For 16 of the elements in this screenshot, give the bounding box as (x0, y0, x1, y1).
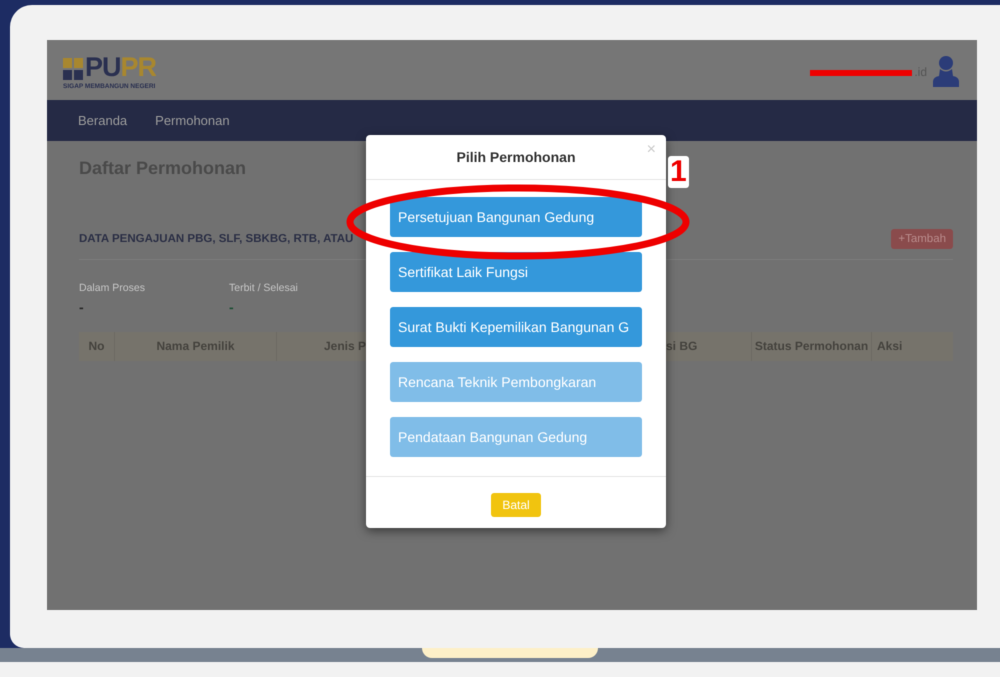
stat-value: - (79, 299, 84, 315)
option-button[interactable]: Persetujuan Bangunan Gedung (390, 197, 642, 237)
cancel-button[interactable]: Batal (491, 493, 541, 517)
nav-link[interactable]: Beranda (78, 113, 128, 128)
close-button[interactable]: × (644, 141, 658, 159)
add-button[interactable]: +Tambah (891, 229, 953, 249)
stat-label: Terbit / Selesai (229, 282, 299, 294)
stat-label: Dalam Proses (79, 282, 146, 294)
stat-value: - (229, 299, 234, 315)
nav-link[interactable]: Permohonan (155, 113, 230, 128)
option-button[interactable]: Surat Bukti Kepemilikan Bangunan G (390, 307, 642, 347)
annotation-number: 1 (668, 156, 689, 188)
logo-icon (63, 58, 83, 80)
modal-title: Pilih Permohonan (456, 149, 576, 165)
panel-title: DATA PENGAJUAN PBG, SLF, SBKBG, RTB, ATAU (79, 233, 354, 245)
user-icon[interactable] (933, 54, 959, 86)
